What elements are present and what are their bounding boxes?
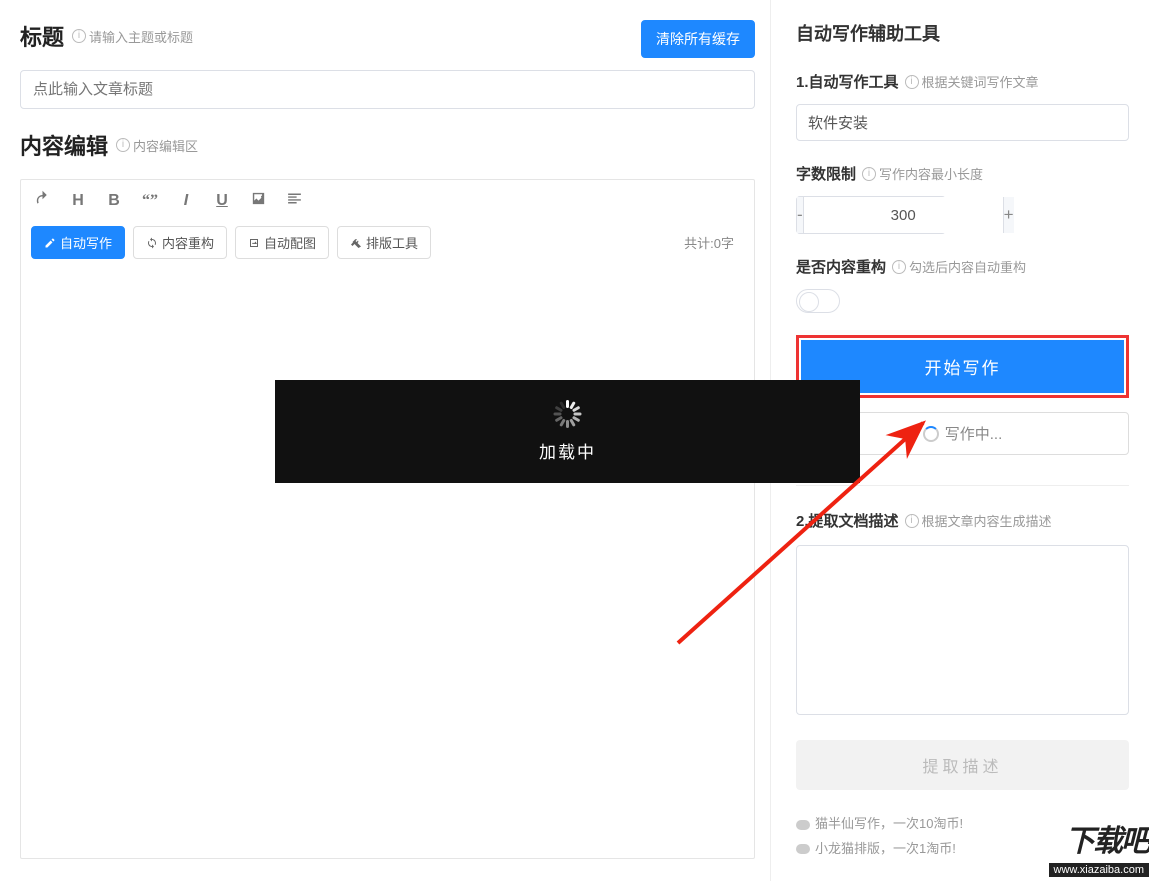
- content-hint: i 内容编辑区: [116, 136, 198, 155]
- editor-toolbar-buttons: 自动写作 内容重构 自动配图 排版工具 共计:0字: [21, 220, 754, 273]
- info-icon: i: [892, 260, 906, 274]
- tool2-label: 2.提取文档描述: [796, 510, 899, 531]
- side-panel-title: 自动写作辅助工具: [796, 20, 1129, 46]
- image-icon[interactable]: [249, 190, 267, 212]
- auto-image-button[interactable]: 自动配图: [235, 226, 329, 259]
- title-hint: i 请输入主题或标题: [72, 27, 193, 46]
- word-limit-block: 字数限制 i 写作内容最小长度 - +: [796, 163, 1129, 234]
- tools-icon: [350, 237, 362, 249]
- bold-icon[interactable]: B: [105, 192, 123, 210]
- rebuild-block: 是否内容重构 i 勾选后内容自动重构: [796, 256, 1129, 313]
- loading-text: 加载中: [539, 438, 596, 463]
- tool1-label: 1.自动写作工具: [796, 71, 899, 92]
- heading-icon[interactable]: H: [69, 192, 87, 210]
- stepper-increase[interactable]: +: [1003, 197, 1014, 233]
- title-input[interactable]: [20, 70, 755, 109]
- layout-tool-button[interactable]: 排版工具: [337, 226, 431, 259]
- stepper-decrease[interactable]: -: [797, 197, 804, 233]
- auto-write-button[interactable]: 自动写作: [31, 226, 125, 259]
- quote-icon[interactable]: “”: [141, 192, 159, 210]
- rebuild-button[interactable]: 内容重构: [133, 226, 227, 259]
- underline-icon[interactable]: U: [213, 192, 231, 210]
- extract-description-button[interactable]: 提取描述: [796, 740, 1129, 790]
- editor-content-area[interactable]: [21, 273, 754, 833]
- rebuild-hint: i 勾选后内容自动重构: [892, 257, 1026, 276]
- refresh-icon: [146, 237, 158, 249]
- undo-icon[interactable]: [33, 190, 51, 212]
- cloud-icon: [796, 844, 810, 854]
- rebuild-toggle[interactable]: [796, 289, 840, 313]
- spinner-icon: [923, 426, 939, 442]
- content-section-header: 内容编辑 i 内容编辑区: [20, 129, 755, 161]
- cloud-icon: [796, 820, 810, 830]
- word-limit-stepper: - +: [796, 196, 946, 234]
- tool2-hint: i 根据文章内容生成描述: [905, 511, 1052, 530]
- watermark: 下载吧 www.xiazaiba.com: [1019, 816, 1149, 877]
- separator: [796, 485, 1129, 486]
- editor-toolbar-icons: H B “” I U: [21, 180, 754, 220]
- rebuild-label: 是否内容重构: [796, 256, 886, 277]
- clear-cache-button[interactable]: 清除所有缓存: [641, 20, 755, 58]
- tool1-block: 1.自动写作工具 i 根据关键词写作文章: [796, 71, 1129, 141]
- pencil-icon: [44, 237, 56, 249]
- title-heading: 标题: [20, 20, 64, 52]
- loading-overlay: 加载中: [275, 380, 860, 483]
- info-icon: i: [905, 514, 919, 528]
- word-count: 共计:0字: [684, 233, 744, 252]
- info-icon: i: [72, 29, 86, 43]
- word-limit-label: 字数限制: [796, 163, 856, 184]
- tool2-block: 2.提取文档描述 i 根据文章内容生成描述: [796, 510, 1129, 531]
- picture-icon: [248, 237, 260, 249]
- editor-box: H B “” I U 自动写作 内容重构 自动配图: [20, 179, 755, 859]
- description-textarea[interactable]: [796, 545, 1129, 715]
- align-icon[interactable]: [285, 190, 303, 212]
- info-icon: i: [862, 167, 876, 181]
- word-limit-hint: i 写作内容最小长度: [862, 164, 983, 183]
- word-limit-input[interactable]: [804, 197, 1003, 233]
- italic-icon[interactable]: I: [177, 192, 195, 210]
- content-heading: 内容编辑: [20, 129, 108, 161]
- info-icon: i: [116, 138, 130, 152]
- tool1-hint: i 根据关键词写作文章: [905, 72, 1039, 91]
- loading-spinner-icon: [554, 400, 582, 428]
- keyword-input[interactable]: [796, 104, 1129, 141]
- info-icon: i: [905, 75, 919, 89]
